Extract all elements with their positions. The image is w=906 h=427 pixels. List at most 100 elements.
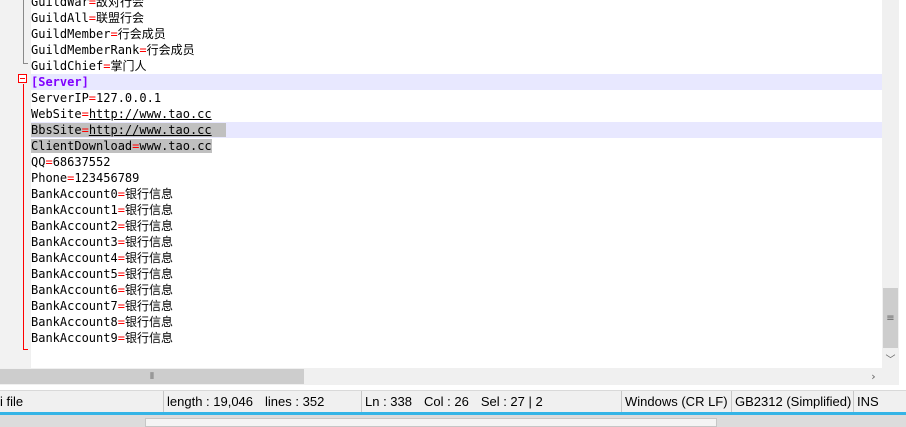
ini-value: 银行信息 (124, 267, 173, 281)
ini-value: 银行信息 (124, 219, 173, 233)
fold-collapse-icon[interactable] (18, 74, 27, 83)
ini-operator: = (88, 11, 97, 25)
status-position: Ln : 338 Col : 26 Sel : 27 | 2 (362, 391, 622, 413)
code-line[interactable]: BankAccount4=银行信息 (31, 250, 882, 266)
code-line[interactable]: BankAccount9=银行信息 (31, 330, 882, 346)
status-encoding[interactable]: GB2312 (Simplified) (732, 391, 854, 413)
ini-operator: = (117, 203, 125, 217)
ini-operator: = (88, 0, 97, 9)
ini-value: 行会成员 (117, 27, 166, 41)
code-line[interactable]: GuildChief=掌门人 (31, 58, 882, 74)
current-line[interactable]: BbsSite=http://www.tao.cc (31, 122, 882, 138)
code-line[interactable]: BankAccount0=银行信息 (31, 186, 882, 202)
code-line[interactable]: QQ=68637552 (31, 154, 882, 170)
ini-value: 银行信息 (124, 187, 173, 201)
ini-key: BankAccount6 (31, 283, 118, 297)
ini-operator: = (117, 267, 125, 281)
ini-key: BankAccount7 (31, 299, 118, 313)
ini-operator: = (81, 107, 89, 121)
ini-operator: = (81, 123, 89, 137)
window-border-accent (0, 412, 906, 415)
ini-value: 银行信息 (124, 315, 173, 329)
ini-value: 银行信息 (124, 331, 173, 345)
fold-end-tick (23, 63, 28, 64)
ini-value: 敌对行会 (96, 0, 145, 9)
ini-key: ServerIP (31, 91, 89, 105)
ini-value: www.tao.cc (139, 139, 212, 153)
window-edge (899, 0, 906, 390)
taskbar-strip (0, 412, 906, 427)
ini-value-link[interactable]: http://www.tao.cc (89, 107, 212, 121)
code-line[interactable]: GuildMemberRank=行会成员 (31, 42, 882, 58)
code-line[interactable]: BankAccount1=银行信息 (31, 202, 882, 218)
status-file-type: i file (0, 391, 164, 413)
scroll-right-button[interactable]: › (865, 368, 882, 385)
ini-key: BankAccount1 (31, 203, 118, 217)
ini-operator: = (117, 283, 125, 297)
file-type-text: i file (0, 394, 24, 409)
ini-key: GuildWar (31, 0, 89, 9)
vertical-scroll-thumb[interactable]: ≡ (883, 288, 898, 348)
status-bar: i file length : 19,046 lines : 352 Ln : 3… (0, 390, 906, 413)
status-insert-mode[interactable]: INS (854, 391, 906, 413)
ini-operator: = (117, 251, 125, 265)
ini-key: BankAccount5 (31, 267, 118, 281)
code-line[interactable]: Phone=123456789 (31, 170, 882, 186)
ini-value: 68637552 (52, 155, 111, 169)
code-line[interactable]: GuildMember=行会成员 (31, 26, 882, 42)
ini-key: WebSite (31, 107, 82, 121)
ini-key: Phone (31, 171, 68, 185)
editor-area[interactable]: GuildWar=敌对行会 GuildAll=联盟行会 GuildMember=… (0, 0, 882, 368)
mode-text: INS (857, 394, 879, 409)
grip-icon: ≡ (886, 312, 895, 324)
code-line[interactable]: GuildWar=敌对行会 (31, 0, 882, 10)
sel-text: Sel : 27 | 2 (480, 394, 543, 409)
vertical-scrollbar[interactable]: ≡ ﹀ (882, 0, 899, 368)
ini-value: 123456789 (74, 171, 140, 185)
code-line[interactable]: GuildAll=联盟行会 (31, 10, 882, 26)
fold-end-tick (23, 349, 28, 350)
ini-key: BankAccount3 (31, 235, 118, 249)
ini-value: 联盟行会 (96, 11, 145, 25)
code-line[interactable]: BankAccount2=银行信息 (31, 218, 882, 234)
code-line[interactable]: WebSite=http://www.tao.cc (31, 106, 882, 122)
ini-operator: = (117, 299, 125, 313)
ini-operator: = (117, 219, 125, 233)
code-line[interactable]: BankAccount8=银行信息 (31, 314, 882, 330)
ini-operator: = (117, 187, 125, 201)
ini-operator: = (110, 27, 118, 41)
ini-key: ClientDownload (31, 139, 133, 153)
scroll-down-button[interactable]: ﹀ (882, 350, 899, 367)
status-length-lines: length : 19,046 lines : 352 (164, 391, 362, 413)
scrollbar-corner (882, 368, 899, 385)
ini-operator: = (117, 235, 125, 249)
ini-value-link[interactable]: http://www.tao.cc (89, 123, 212, 137)
ini-value: 银行信息 (124, 283, 173, 297)
status-eol[interactable]: Windows (CR LF) (622, 391, 732, 413)
ln-text: Ln : 338 (365, 394, 412, 409)
fold-line-server (23, 84, 24, 350)
section-line[interactable]: [Server] (31, 74, 882, 90)
code-line[interactable]: BankAccount5=银行信息 (31, 266, 882, 282)
ini-section-header: [Server] (31, 75, 89, 89)
ini-value: 掌门人 (110, 59, 147, 73)
ini-operator: = (45, 155, 53, 169)
horizontal-scrollbar[interactable]: ⦀ › (0, 368, 882, 385)
fold-margin[interactable] (0, 0, 31, 368)
ini-value: 银行信息 (124, 251, 173, 265)
fold-line (23, 0, 24, 64)
code-line[interactable]: BankAccount6=银行信息 (31, 282, 882, 298)
ini-key: GuildChief (31, 59, 104, 73)
ini-operator: = (88, 91, 97, 105)
lines-text: lines : 352 (265, 394, 325, 409)
horizontal-scroll-thumb[interactable]: ⦀ (0, 369, 304, 384)
chevron-right-icon: › (871, 370, 876, 383)
ini-key: BankAccount0 (31, 187, 118, 201)
code-line[interactable]: ClientDownload=www.tao.cc (31, 138, 882, 154)
code-line[interactable]: ServerIP=127.0.0.1 (31, 90, 882, 106)
ini-key: BankAccount9 (31, 331, 118, 345)
code-line[interactable]: BankAccount7=银行信息 (31, 298, 882, 314)
background-window-edge (145, 418, 717, 427)
ini-operator: = (117, 315, 125, 329)
code-line[interactable]: BankAccount3=银行信息 (31, 234, 882, 250)
